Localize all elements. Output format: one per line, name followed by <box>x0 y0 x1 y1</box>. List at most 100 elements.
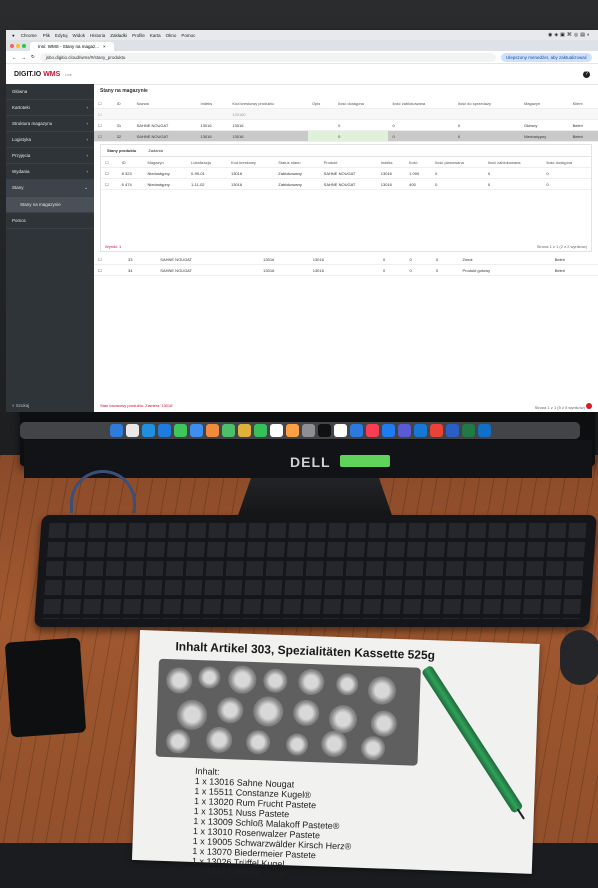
maximize-window-icon[interactable] <box>22 44 26 48</box>
table-cell: 13016 <box>228 119 309 131</box>
table-row[interactable]: ☐ 33 SAHNE NOUGAT 13016 13016 0 0 0 Zwrot Bełeri <box>94 254 598 265</box>
table-cell: Bełeri <box>550 264 598 276</box>
menu-item[interactable]: Pomoc <box>181 33 195 38</box>
table-row[interactable]: ☐ 34 SAHNE NOUGAT 13016 13016 0 0 0 Produkt goto… <box>94 264 598 276</box>
password-manager-chip[interactable]: Ulepszony menedżer, aby zaktualizować <box>500 52 592 62</box>
outlook-icon[interactable] <box>413 424 427 437</box>
table-row[interactable]: ☐ 6 474 Niedostępny 1-11-02 13016 Zablokowany… <box>101 178 591 190</box>
close-icon[interactable]: × <box>103 44 106 49</box>
sidebar-item-wydania[interactable]: Wydania › <box>6 164 94 180</box>
help-icon[interactable]: ? <box>583 70 590 78</box>
menu-item[interactable]: Historia <box>90 33 105 38</box>
chrome-icon[interactable] <box>429 424 443 437</box>
row-checkbox[interactable]: ☐ <box>101 167 118 179</box>
sidebar-search[interactable]: ⌕ Szukaj <box>12 403 29 408</box>
menu-item[interactable]: Widok <box>73 33 86 38</box>
menu-item[interactable]: Karta <box>150 33 161 38</box>
chocolate <box>297 668 325 696</box>
mouse <box>560 630 598 685</box>
minimize-window-icon[interactable] <box>16 44 20 48</box>
chocolate <box>216 696 244 724</box>
teams-icon[interactable] <box>397 424 411 437</box>
sidebar-item-główna[interactable]: Główna <box>6 84 94 100</box>
browser-tab[interactable]: Inni: WMS - Stany na magaz... × <box>30 42 114 51</box>
table-row[interactable]: ☐ 31 SAHNE NOUGAT 13016 13016 0 0 0 Główny Bełeri <box>94 119 598 131</box>
apple-icon[interactable]: ● <box>12 33 15 38</box>
tv-icon[interactable] <box>317 424 331 437</box>
outlook2-icon[interactable] <box>477 424 491 437</box>
row-checkbox[interactable]: ☐ <box>101 178 118 190</box>
mail-icon[interactable] <box>189 424 203 437</box>
sidebar-item-label: Główna <box>12 89 28 94</box>
sidebar-item-label: Przyjęcia <box>12 153 31 158</box>
chocolate <box>360 735 386 761</box>
calendar2-icon[interactable] <box>333 424 347 437</box>
close-window-icon[interactable] <box>10 44 14 48</box>
photos-icon[interactable] <box>205 424 219 437</box>
table-cell: 130160 <box>228 108 309 120</box>
table-cell: Główny <box>519 119 569 131</box>
status-icons[interactable]: ◉◈▣⌘◎▤◐ <box>548 32 598 38</box>
table-row[interactable]: ☐ 32 SAHNE NOUGAT 13016 13016 0 0 0 Niedostępny B… <box>94 130 598 142</box>
table-header[interactable]: ☐ ID Magazyn Lokalizacja Kod kreskowy Status … <box>101 157 591 168</box>
page-indicator[interactable] <box>586 403 592 409</box>
safari-icon[interactable] <box>157 424 171 437</box>
reminders-icon[interactable] <box>285 424 299 437</box>
menu-item[interactable]: Edytuj <box>55 33 68 38</box>
active-filter[interactable]: Stan towarowy produktu: Zawiera '13016' <box>100 403 173 410</box>
row-checkbox[interactable]: ☐ <box>101 157 118 168</box>
row-checkbox[interactable]: ☐ <box>94 130 113 142</box>
sidebar-item-pomoc[interactable]: Pomoc <box>6 213 94 229</box>
tab-zadania[interactable]: Zadania <box>148 148 162 153</box>
row-checkbox[interactable]: ☐ <box>94 264 125 276</box>
excel-icon[interactable] <box>461 424 475 437</box>
table-cell <box>519 108 569 120</box>
table-header[interactable]: ☐ ID Nazwa Indeks Kod kreskowy produktu Opis I… <box>94 98 598 109</box>
maps-icon[interactable] <box>221 424 235 437</box>
row-checkbox[interactable]: ☐ <box>94 254 125 265</box>
launchpad-icon[interactable] <box>125 424 139 437</box>
app-logo[interactable]: DIGIT.IO WMS Live <box>14 71 72 78</box>
menu-item[interactable]: Profile <box>132 33 145 38</box>
row-checkbox[interactable]: ☐ <box>94 108 113 120</box>
forward-icon[interactable]: → <box>22 55 27 60</box>
messages-icon[interactable] <box>173 424 187 437</box>
appstore-icon[interactable] <box>381 424 395 437</box>
sidebar-item-stany[interactable]: Stany ⌄ <box>6 180 94 197</box>
table-cell <box>568 108 598 120</box>
reload-icon[interactable]: ↻ <box>31 54 35 60</box>
table-cell: SAHNE NOUGAT <box>156 254 260 265</box>
music-icon[interactable] <box>365 424 379 437</box>
word-icon[interactable] <box>445 424 459 437</box>
sidebar-item-struktura-magazynu[interactable]: Struktura magazynu › <box>6 116 94 132</box>
sidebar-item-logistyka[interactable]: Logistyka › <box>6 132 94 148</box>
table-cell: Indeks <box>376 157 406 168</box>
finder2-icon[interactable] <box>349 424 363 437</box>
chrome-tabstrip: Inni: WMS - Stany na magaz... × <box>6 40 598 51</box>
chocolate <box>285 733 309 756</box>
settings-icon[interactable] <box>301 424 315 437</box>
back-icon[interactable]: ← <box>12 55 17 60</box>
menu-app[interactable]: Chrome <box>21 33 37 38</box>
table-cell: 0-99-01 <box>187 167 227 179</box>
calendar-icon[interactable] <box>269 424 283 437</box>
url-field[interactable]: jsbo.digitio.cloud/wms/#/stany_produktu <box>39 52 496 62</box>
sidebar-item-stany-na-magazynie[interactable]: Stany na magazynie <box>6 197 94 213</box>
sidebar-item-przyjęcia[interactable]: Przyjęcia › <box>6 148 94 164</box>
menu-item[interactable]: Okno <box>166 33 177 38</box>
sidebar-item-kartoteki[interactable]: Kartoteki › <box>6 100 94 116</box>
filter-row[interactable]: ☐ 130160 <box>94 108 598 120</box>
notes-icon[interactable] <box>237 424 251 437</box>
table-cell: Zwrot <box>458 254 551 265</box>
row-checkbox[interactable]: ☐ <box>94 98 113 109</box>
chocolate <box>328 704 358 734</box>
table-row[interactable]: ☐ 8 323 Niedostępny 0-99-01 13016 Zablokowany… <box>101 167 591 179</box>
table-cell: Klient <box>568 98 598 109</box>
finder-icon[interactable] <box>109 424 123 437</box>
facetime-icon[interactable] <box>253 424 267 437</box>
menu-item[interactable]: Zakładki <box>110 33 127 38</box>
tab-stany-produktu[interactable]: Stany produktu <box>107 148 136 153</box>
row-checkbox[interactable]: ☐ <box>94 119 113 131</box>
files-icon[interactable] <box>141 424 155 437</box>
menu-item[interactable]: Plik <box>43 33 50 38</box>
